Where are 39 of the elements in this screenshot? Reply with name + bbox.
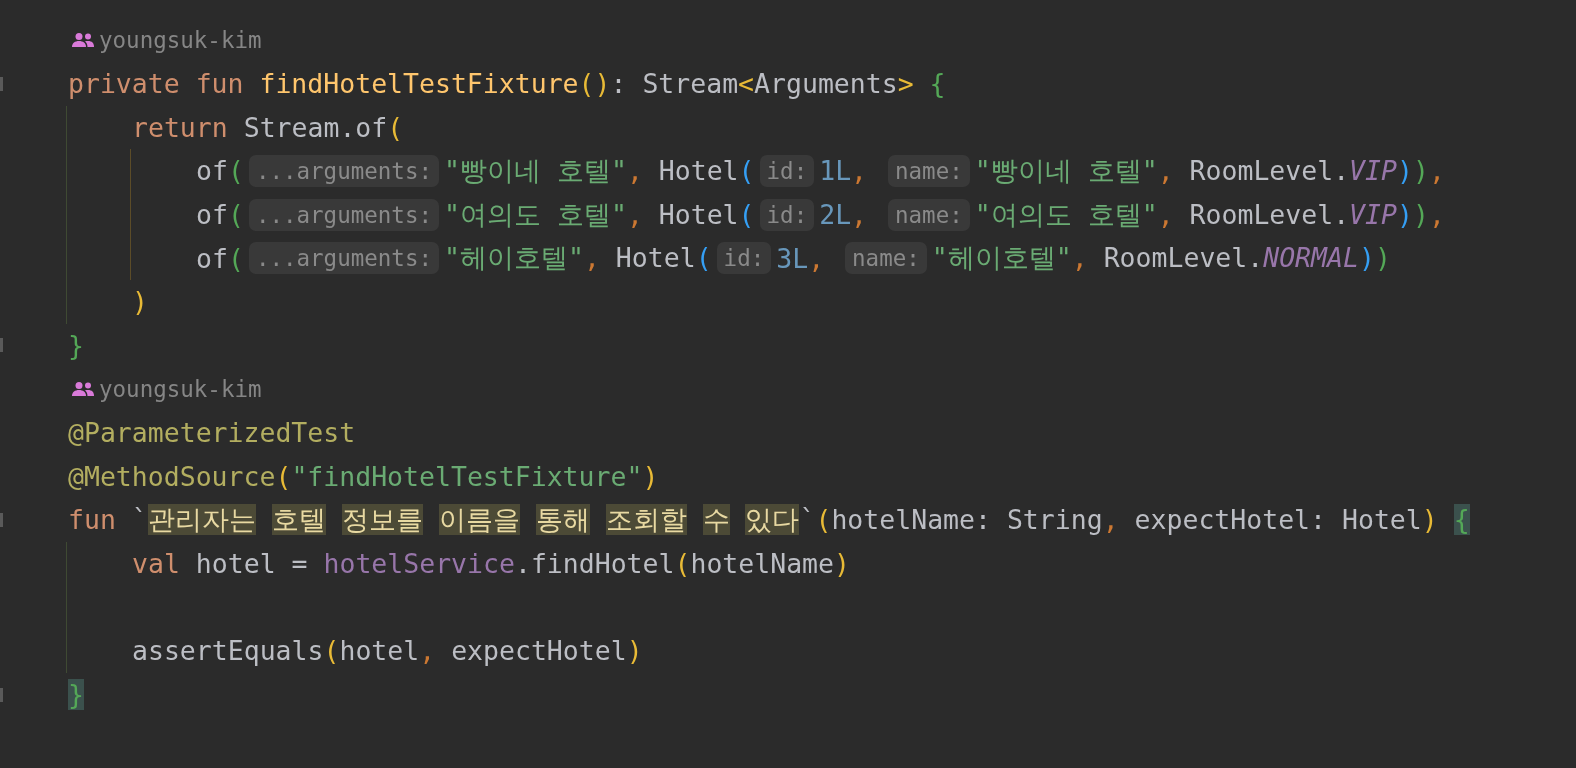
code-text: of( <box>196 242 244 274</box>
code-text: "여의도 호텔", Hotel( <box>444 197 755 232</box>
author-name[interactable]: youngsuk-kim <box>99 376 262 403</box>
code-text: val hotel = hotelService.findHotel(hotelName) <box>132 548 850 580</box>
code-text: "빵이네 호텔", RoomLevel.VIP)), <box>974 154 1445 188</box>
code-text: @ParameterizedTest <box>68 417 356 449</box>
code-text: ) <box>132 286 148 318</box>
code-text: } <box>68 679 84 710</box>
people-icon <box>71 381 95 398</box>
code-text: "헤이호텔", RoomLevel.NORMAL)) <box>931 241 1391 276</box>
parameter-hint: ...arguments: <box>248 198 439 231</box>
fold-marker[interactable] <box>0 513 3 528</box>
code-text: "헤이호텔", Hotel( <box>444 241 712 276</box>
fold-marker[interactable] <box>0 338 3 353</box>
code-text: return Stream.of( <box>132 111 404 143</box>
code-text: "빵이네 호텔", Hotel( <box>444 154 755 188</box>
code-text: } <box>68 329 84 361</box>
people-icon <box>71 32 95 48</box>
code-text: assertEquals(hotel, expectHotel) <box>132 635 643 667</box>
code-text: 2L, <box>819 199 869 231</box>
code-text: 1L, <box>819 155 869 187</box>
parameter-hint: name: <box>845 242 927 275</box>
parameter-hint: id: <box>759 198 815 231</box>
code-text: of( <box>196 199 244 231</box>
parameter-hint: name: <box>888 198 970 231</box>
fold-marker[interactable] <box>0 687 3 702</box>
code-text: of( <box>196 155 244 187</box>
code-text: fun `관리자는 호텔 정보를 이름을 통해 조회할 수 있다`(hotelName: String, expectHotel: Hotel) { <box>68 503 1470 538</box>
parameter-hint: ...arguments: <box>248 155 439 187</box>
parameter-hint: id: <box>759 155 815 187</box>
fold-marker[interactable] <box>0 76 3 91</box>
parameter-hint: name: <box>888 155 970 187</box>
code-text: 3L, <box>776 242 826 274</box>
code-text: @MethodSource("findHotelTestFixture") <box>68 461 659 493</box>
code-text: "여의도 호텔", RoomLevel.VIP)), <box>974 197 1445 232</box>
parameter-hint: id: <box>716 242 772 275</box>
code-text: private fun findHotelTestFixture(): Stream<Arguments> { <box>68 68 946 100</box>
parameter-hint: ...arguments: <box>248 242 439 275</box>
author-name[interactable]: youngsuk-kim <box>99 27 262 53</box>
